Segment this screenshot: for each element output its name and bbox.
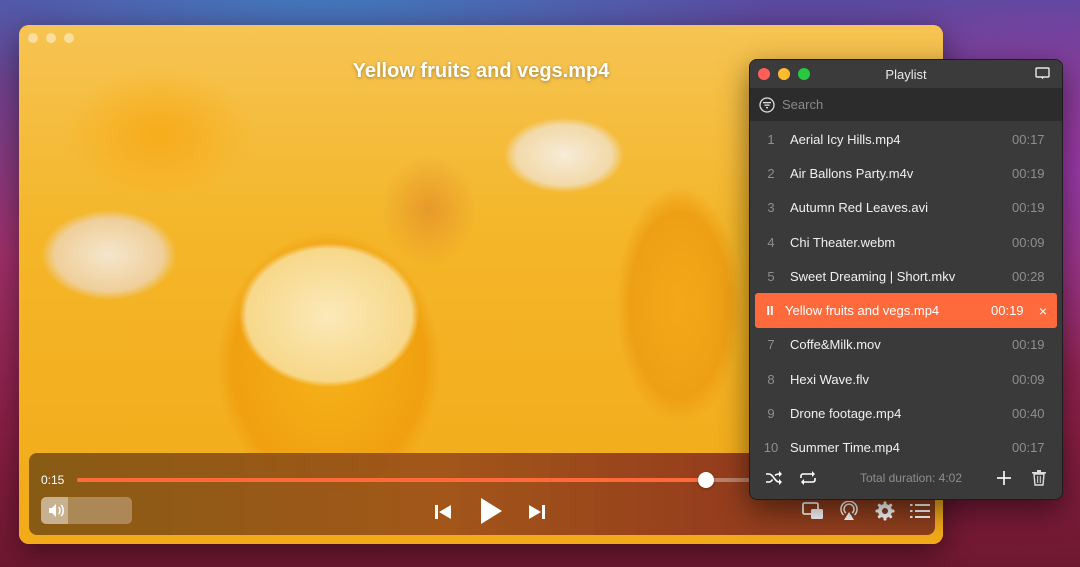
playlist-search-input[interactable] [782, 97, 1042, 112]
airplay-button[interactable] [837, 499, 861, 523]
item-name: Autumn Red Leaves.avi [790, 200, 929, 216]
playlist-search-bar [750, 88, 1062, 121]
item-name: Hexi Wave.flv [790, 371, 869, 387]
item-name: Air Ballons Party.m4v [790, 165, 914, 181]
seek-progress [77, 478, 706, 482]
playlist-title: Playlist [885, 67, 927, 82]
volume-slider[interactable] [41, 497, 132, 524]
playlist-item[interactable]: 5 Sweet Dreaming | Short.mkv 00:28 [750, 259, 1062, 293]
item-number: 1 [767, 131, 775, 147]
item-name: Coffe&Milk.mov [790, 337, 881, 353]
item-name: Drone footage.mp4 [790, 406, 902, 422]
speaker-icon [49, 504, 64, 517]
playlist-item[interactable]: 1 Aerial Icy Hills.mp4 00:17 [750, 122, 1062, 156]
window-controls [28, 33, 74, 43]
item-number: 5 [767, 268, 775, 284]
pause-icon: II [766, 303, 774, 319]
trash-icon [1032, 470, 1046, 486]
seek-handle[interactable] [698, 472, 714, 488]
playlist-item[interactable]: 4 Chi Theater.webm 00:09 [750, 225, 1062, 259]
settings-button[interactable] [873, 499, 897, 523]
item-number: 4 [767, 234, 775, 250]
skip-next-icon [529, 505, 545, 519]
zoom-button[interactable] [64, 33, 74, 43]
item-number: 7 [767, 337, 775, 353]
item-number: 10 [763, 440, 779, 456]
item-duration: 00:19 [1012, 200, 1045, 216]
item-duration: 00:19 [1012, 165, 1045, 181]
item-name: Summer Time.mp4 [790, 440, 900, 456]
item-duration: 00:09 [1012, 234, 1045, 250]
item-name: Yellow fruits and vegs.mp4 [785, 303, 940, 319]
plus-icon [997, 471, 1011, 485]
play-button[interactable] [476, 495, 506, 527]
item-duration: 00:09 [1012, 371, 1045, 387]
total-duration: Total duration: 4:02 [859, 471, 963, 485]
playlist-titlebar: Playlist [750, 60, 1062, 88]
close-button[interactable] [28, 33, 38, 43]
playlist-item[interactable]: 2 Air Ballons Party.m4v 00:19 [750, 156, 1062, 190]
gear-icon [875, 501, 895, 521]
pip-button[interactable] [801, 500, 825, 522]
item-name: Sweet Dreaming | Short.mkv [790, 268, 956, 284]
filter-icon[interactable] [759, 96, 775, 113]
airplay-icon [840, 501, 858, 520]
playlist-item[interactable]: 7 Coffe&Milk.mov 00:19 [750, 328, 1062, 362]
remove-item-icon[interactable]: × [1029, 303, 1057, 319]
playlist-pip-icon[interactable] [1035, 67, 1050, 80]
item-number: 8 [767, 371, 775, 387]
list-icon [910, 504, 930, 518]
add-button[interactable] [993, 467, 1015, 489]
item-name: Aerial Icy Hills.mp4 [790, 131, 901, 147]
item-duration: 00:17 [1012, 440, 1045, 456]
playlist-item-active[interactable]: II Yellow fruits and vegs.mp4 00:19 × [755, 293, 1057, 328]
item-number: 2 [767, 165, 775, 181]
play-icon [481, 498, 502, 524]
item-duration: 00:19 [1012, 337, 1045, 353]
item-duration: 00:28 [1012, 268, 1045, 284]
playlist-footer: Total duration: 4:02 [750, 457, 1062, 499]
playlist-item[interactable]: 8 Hexi Wave.flv 00:09 [750, 362, 1062, 396]
playlist-window: Playlist 1 Aerial Icy Hills.mp4 00:17 2 Air … [749, 59, 1063, 500]
playlist-button[interactable] [908, 499, 932, 523]
skip-previous-icon [435, 505, 451, 519]
item-name: Chi Theater.webm [790, 234, 896, 250]
item-number: 9 [767, 406, 775, 422]
minimize-button[interactable] [46, 33, 56, 43]
item-duration: 00:17 [1012, 131, 1045, 147]
item-number: 3 [767, 200, 775, 216]
delete-button[interactable] [1028, 467, 1050, 489]
item-duration: 00:40 [1012, 406, 1045, 422]
playlist-item[interactable]: 3 Autumn Red Leaves.avi 00:19 [750, 191, 1062, 225]
picture-in-picture-icon [802, 502, 823, 519]
previous-button[interactable] [432, 501, 454, 523]
playlist-list: 1 Aerial Icy Hills.mp4 00:17 2 Air Ballons P… [750, 122, 1062, 465]
current-time: 0:15 [41, 473, 65, 487]
item-duration: 00:19 [991, 303, 1024, 319]
playlist-item[interactable]: 9 Drone footage.mp4 00:40 [750, 396, 1062, 430]
next-button[interactable] [526, 501, 548, 523]
